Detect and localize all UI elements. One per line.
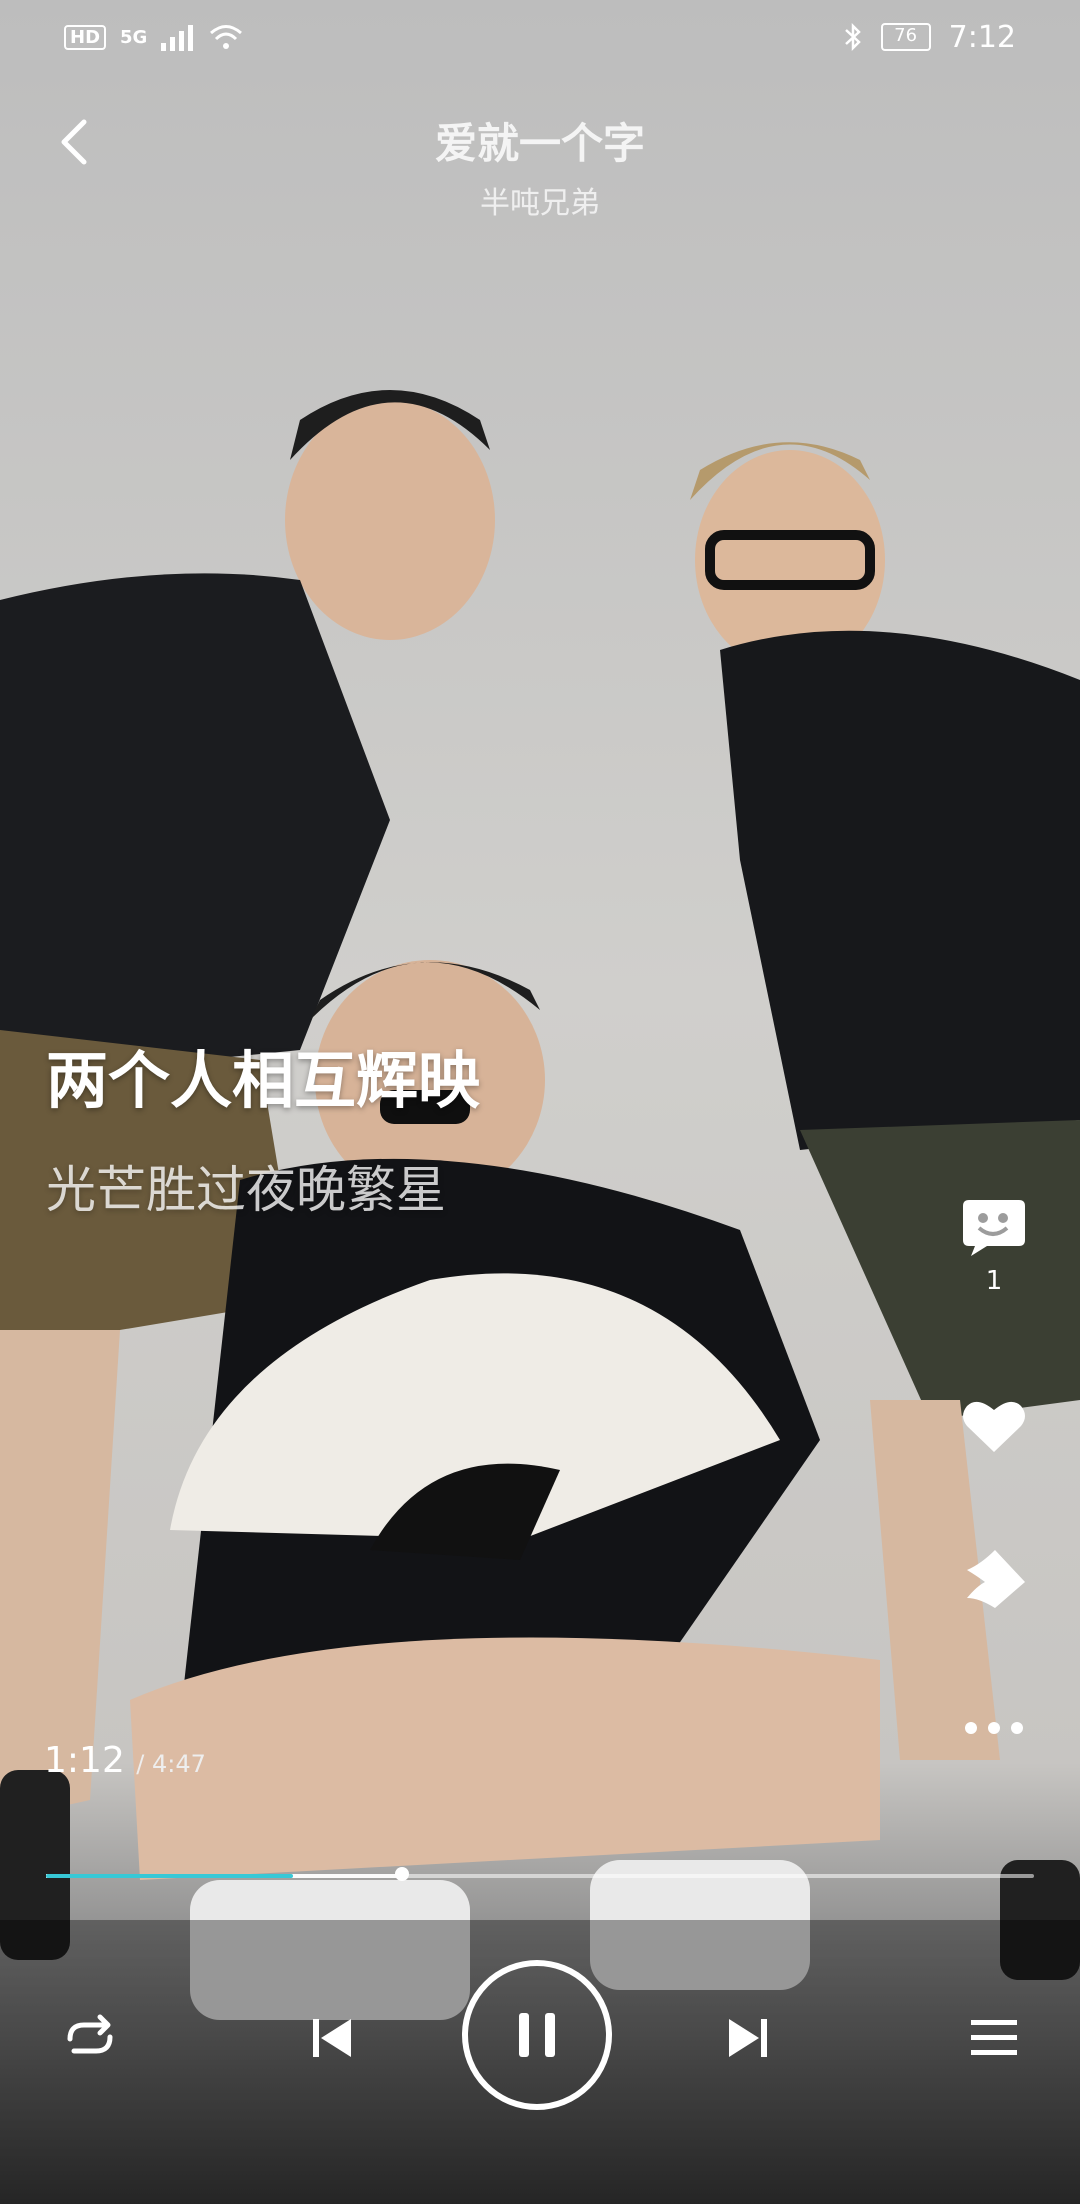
clock: 7:12 [948,19,1016,55]
comment-bubble-icon [963,1200,1025,1256]
comment-count: 1 [985,1266,1003,1296]
progress-played [46,1874,293,1878]
repeat-icon [67,2014,113,2054]
next-track-icon [729,2019,767,2057]
status-bar-right: 76 7:12 [843,14,1016,60]
more-button[interactable] [952,1716,1036,1744]
more-dots-icon [965,1722,1023,1734]
next-button[interactable] [708,2000,788,2076]
artist-name[interactable]: 半吨兄弟 [0,178,1080,222]
signal-icon [161,25,194,51]
playback-time: 1:12 / 4:47 [44,1740,206,1781]
share-icon [967,1550,1025,1608]
total-duration: / 4:47 [136,1750,206,1778]
current-lyric-line[interactable]: 两个人相互辉映 [46,1030,480,1120]
progress-thumb[interactable] [394,1867,409,1881]
pause-icon-bar [545,2013,555,2057]
playlist-icon [971,2020,1017,2055]
wifi-icon [210,25,243,49]
heart-icon [963,1401,1025,1452]
bluetooth-icon [844,22,861,52]
repeat-button[interactable] [50,2000,130,2076]
next-lyric-line[interactable]: 光芒胜过夜晚繁星 [46,1150,446,1222]
status-bar-left: HD 5G [64,14,243,60]
playlist-button[interactable] [954,2000,1034,2076]
network-type: 5G [120,26,148,48]
comment-button[interactable]: 1 [952,1194,1036,1296]
previous-track-icon [313,2019,351,2057]
hd-badge: HD [64,24,107,50]
like-button[interactable] [952,1396,1036,1460]
pause-icon [519,2013,529,2057]
elapsed-time: 1:12 [44,1740,125,1781]
battery-indicator: 76 [880,23,931,51]
share-button[interactable] [952,1546,1036,1616]
song-title: 爱就一个字 [434,119,645,168]
pause-button[interactable] [462,1960,612,2110]
previous-button[interactable] [292,2000,372,2076]
